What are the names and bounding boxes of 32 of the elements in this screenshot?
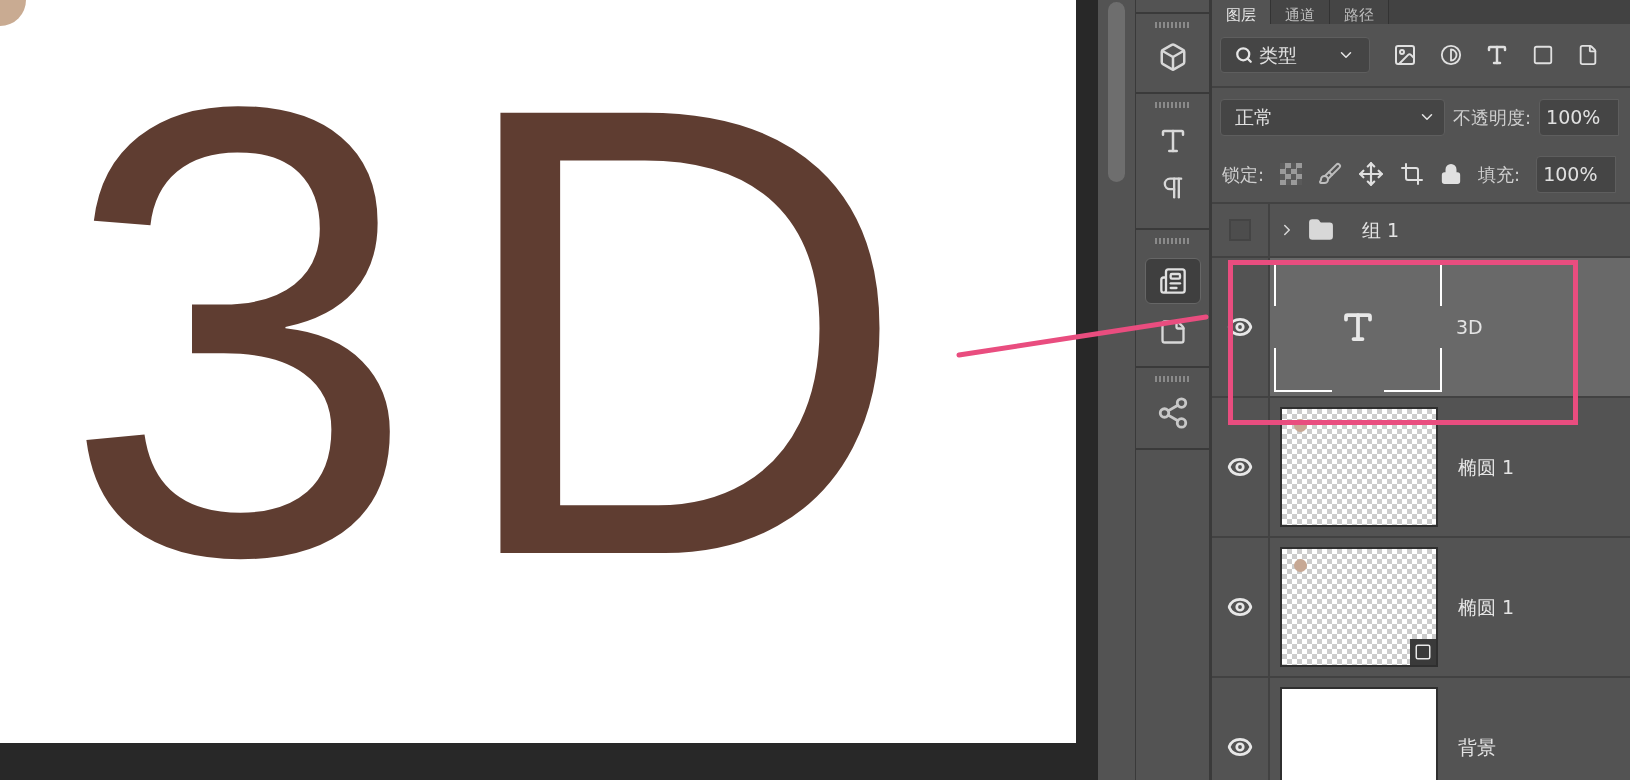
layer-name: 椭圆 1 — [1458, 594, 1515, 620]
scrollbar-thumb[interactable] — [1108, 2, 1125, 182]
lock-transparency-icon[interactable] — [1280, 163, 1303, 185]
lock-brush-icon[interactable] — [1318, 162, 1343, 186]
layer-name: 椭圆 1 — [1458, 454, 1515, 480]
panel-tab[interactable]: 图层 — [1212, 0, 1271, 24]
fill-label: 填充: — [1478, 162, 1521, 187]
canvas-text: 3D — [62, 12, 942, 652]
filter-value: 类型 — [1259, 42, 1297, 68]
blend-mode-dropdown[interactable]: 正常 — [1220, 98, 1445, 136]
lock-label: 锁定: — [1222, 162, 1265, 187]
lock-all-icon[interactable] — [1440, 163, 1463, 185]
lock-move-icon[interactable] — [1358, 161, 1385, 187]
layer-name: 组 1 — [1362, 217, 1400, 243]
layer-name: 3D — [1456, 314, 1483, 340]
properties-button[interactable] — [1144, 258, 1201, 304]
folder-icon — [1306, 217, 1336, 243]
search-icon — [1235, 46, 1253, 64]
layer-row[interactable]: 椭圆 1 — [1212, 538, 1630, 678]
opacity-label: 不透明度: — [1453, 105, 1532, 130]
text-filter-icon[interactable] — [1485, 43, 1509, 67]
shape-filter-icon[interactable] — [1532, 44, 1554, 66]
layer-row[interactable]: 组 1 — [1212, 204, 1630, 258]
opacity-field[interactable]: 100% — [1539, 98, 1620, 136]
layer-row[interactable]: 3D — [1212, 258, 1630, 398]
blend-mode-value: 正常 — [1235, 104, 1273, 130]
fill-field[interactable]: 100% — [1536, 155, 1617, 193]
image-filter-icon[interactable] — [1393, 43, 1417, 67]
filter-dropdown[interactable]: 类型 — [1220, 37, 1370, 73]
layer-name: 背景 — [1458, 734, 1496, 760]
properties-icon — [1158, 267, 1187, 295]
adjustment-filter-icon[interactable] — [1440, 44, 1462, 66]
